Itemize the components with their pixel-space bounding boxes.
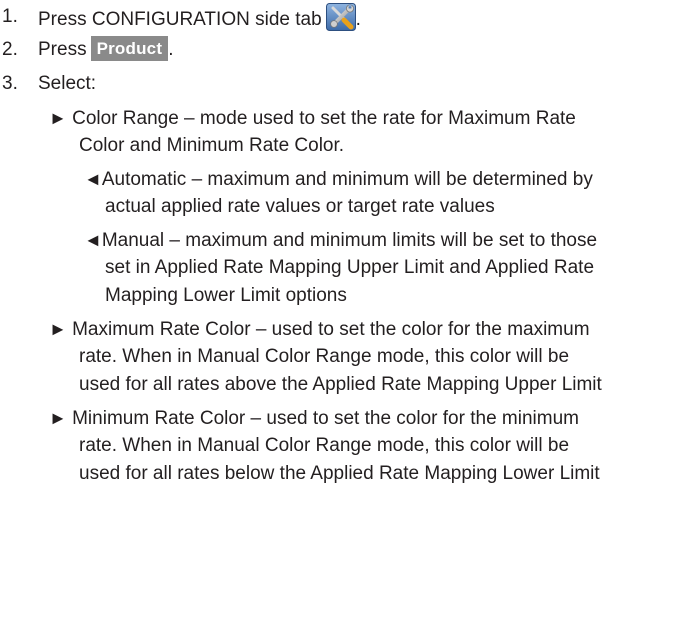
product-button[interactable]: Product <box>90 36 169 61</box>
step-number: 1. <box>2 6 18 27</box>
suboption-text-line: Automatic – maximum and minimum will be … <box>101 169 593 190</box>
left-arrow-icon: ◄ <box>84 169 102 189</box>
option-text-line: rate. When in Manual Color Range mode, t… <box>79 346 570 367</box>
option-text-line: used for all rates below the Applied Rat… <box>79 463 600 484</box>
suboption-manual: ◄Manual – maximum and minimum limits wil… <box>84 226 597 255</box>
list-item: ► Maximum Rate Color – used to set the c… <box>49 315 590 344</box>
option-text-line: used for all rates above the Applied Rat… <box>79 374 602 395</box>
list-item: ► Minimum Rate Color – used to set the c… <box>49 404 579 433</box>
option-text-line: Maximum Rate Color – used to set the col… <box>72 319 590 340</box>
suboption-text-line: actual applied rate values or target rat… <box>105 196 495 217</box>
option-text-line: Color Range – mode used to set the rate … <box>72 108 576 129</box>
right-arrow-icon: ► <box>49 319 67 339</box>
step-1-suffix: . <box>355 9 361 30</box>
suboption-text-line: set in Applied Rate Mapping Upper Limit … <box>105 257 595 278</box>
option-text-line: Minimum Rate Color – used to set the col… <box>72 408 579 429</box>
step-2-text: Press <box>38 39 87 60</box>
step-2-suffix: . <box>168 39 174 60</box>
left-arrow-icon: ◄ <box>84 230 102 250</box>
step-1-text: Press CONFIGURATION side tab <box>38 9 322 30</box>
step-number: 2. <box>2 39 18 60</box>
suboption-text-line: Mapping Lower Limit options <box>105 285 347 306</box>
option-text-line: Color and Minimum Rate Color. <box>79 135 345 156</box>
list-item: ► Color Range – mode used to set the rat… <box>49 104 576 133</box>
right-arrow-icon: ► <box>49 108 67 128</box>
step-3-text: Select: <box>38 73 97 94</box>
right-arrow-icon: ► <box>49 408 67 428</box>
suboption-text-line: Manual – maximum and minimum limits will… <box>101 230 598 251</box>
option-text-line: rate. When in Manual Color Range mode, t… <box>79 435 570 456</box>
suboption-automatic: ◄Automatic – maximum and minimum will be… <box>84 165 593 194</box>
tools-icon <box>325 3 356 31</box>
step-number: 3. <box>2 73 18 94</box>
